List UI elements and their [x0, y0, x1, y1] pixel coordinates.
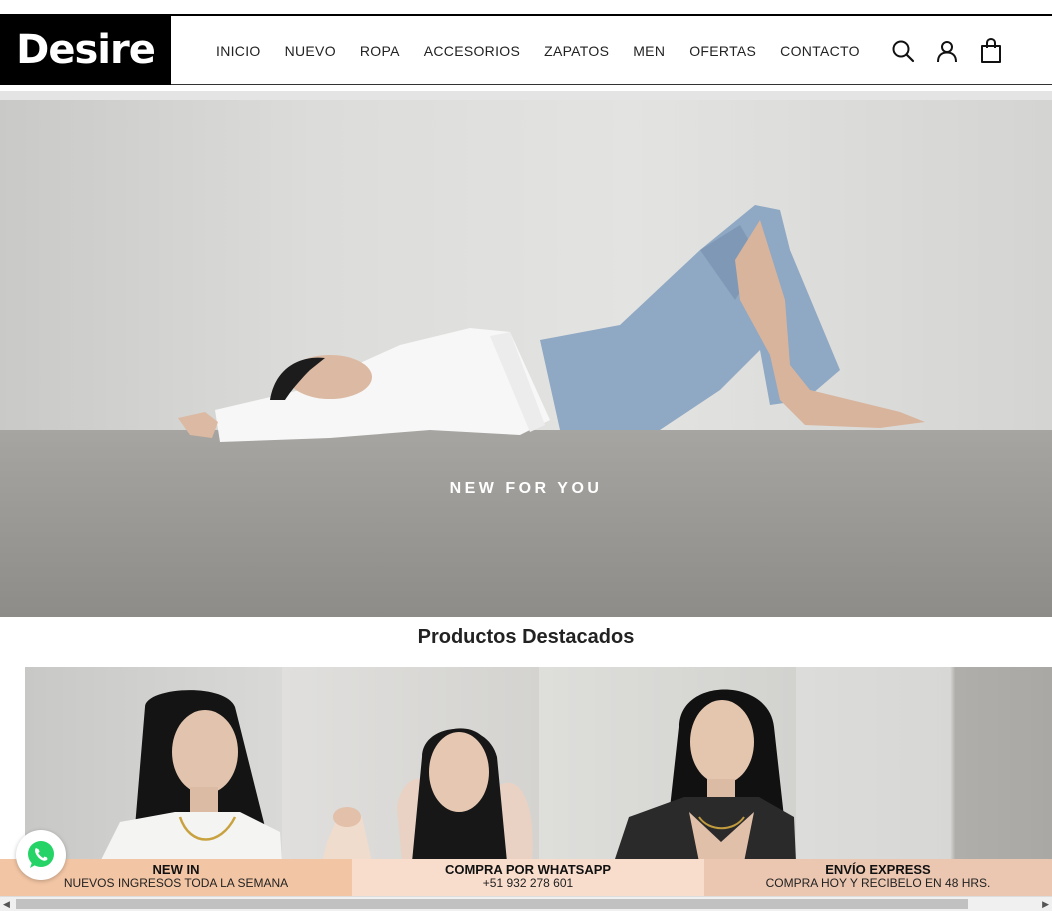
hero-caption[interactable]: NEW FOR YOU [0, 480, 1052, 498]
horizontal-scrollbar[interactable]: ◀ ▶ [0, 896, 1052, 911]
product-card[interactable] [796, 667, 1052, 862]
product-card[interactable] [539, 667, 796, 862]
shopping-bag-icon[interactable] [978, 37, 1004, 64]
featured-section-title: Productos Destacados [417, 626, 635, 648]
promo-subtitle: NUEVOS INGRESOS TODA LA SEMANA [63, 876, 289, 890]
promo-subtitle: COMPRA HOY Y RECIBELO EN 48 HRS. [765, 876, 991, 890]
promo-bar: NEW IN NUEVOS INGRESOS TODA LA SEMANA CO… [0, 859, 1052, 896]
nav-item-zapatos[interactable]: ZAPATOS [544, 43, 609, 59]
nav-item-ofertas[interactable]: OFERTAS [689, 43, 756, 59]
scroll-right-arrow-icon[interactable]: ▶ [1042, 899, 1049, 910]
whatsapp-icon [28, 841, 54, 868]
nav-item-nuevo[interactable]: NUEVO [285, 43, 336, 59]
nav-item-inicio[interactable]: INICIO [216, 43, 261, 59]
nav-item-ropa[interactable]: ROPA [360, 43, 400, 59]
promo-whatsapp[interactable]: COMPRA POR WHATSAPP +51 932 278 601 [352, 859, 704, 896]
hero-model-image [178, 205, 925, 442]
site-header: Desire INICIO NUEVO ROPA ACCESORIOS ZAPA… [0, 16, 1052, 85]
main-nav: INICIO NUEVO ROPA ACCESORIOS ZAPATOS MEN… [204, 16, 872, 85]
nav-item-men[interactable]: MEN [633, 43, 665, 59]
nav-item-contacto[interactable]: CONTACTO [780, 43, 860, 59]
scroll-left-arrow-icon[interactable]: ◀ [3, 899, 10, 910]
promo-title: COMPRA POR WHATSAPP [444, 862, 612, 877]
nav-item-accesorios[interactable]: ACCESORIOS [424, 43, 520, 59]
product-image [614, 689, 796, 862]
product-image [100, 690, 282, 862]
user-icon[interactable] [934, 38, 960, 64]
product-image [322, 728, 533, 862]
hero-banner[interactable]: NEW FOR YOU [0, 100, 1052, 617]
promo-envio-express[interactable]: ENVÍO EXPRESS COMPRA HOY Y RECIBELO EN 4… [704, 859, 1052, 896]
featured-products-carousel [25, 667, 1052, 862]
header-icons [890, 16, 1004, 85]
search-icon[interactable] [890, 38, 916, 64]
scrollbar-thumb[interactable] [16, 899, 968, 909]
product-card[interactable] [25, 667, 282, 862]
product-card[interactable] [282, 667, 539, 862]
promo-title: ENVÍO EXPRESS [825, 862, 931, 877]
promo-subtitle: +51 932 278 601 [482, 876, 574, 890]
brand-logo[interactable]: Desire [0, 16, 171, 85]
header-divider [0, 91, 1052, 100]
whatsapp-button[interactable] [16, 830, 66, 880]
